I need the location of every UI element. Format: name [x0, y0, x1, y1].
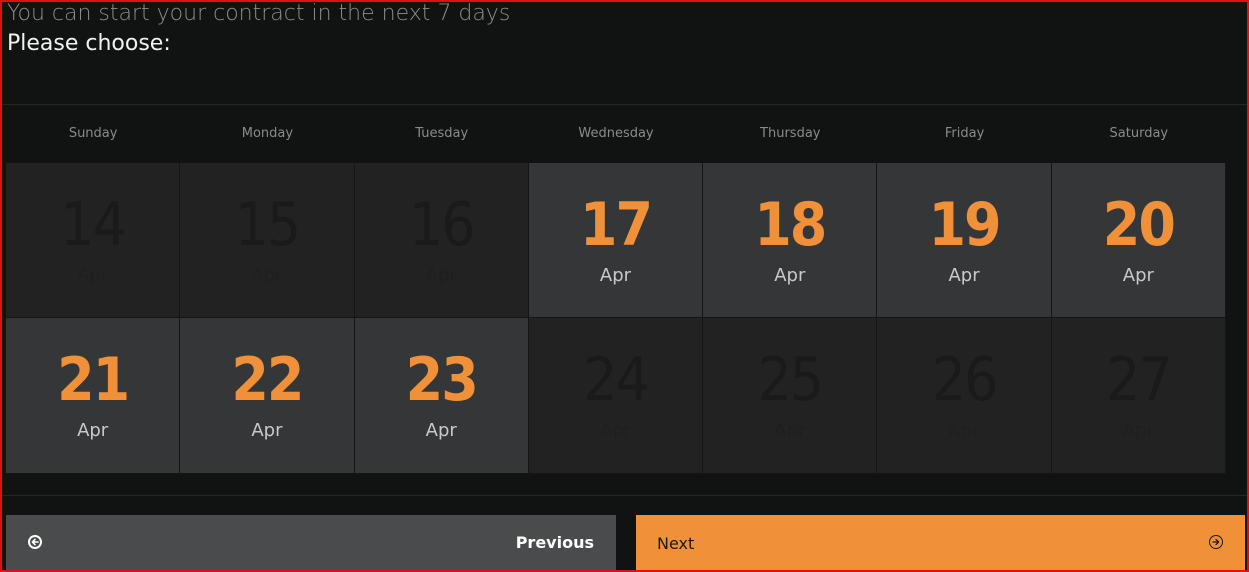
weekday-label: Tuesday — [415, 126, 469, 141]
calendar-day[interactable]: 22 Apr — [180, 318, 355, 474]
day-number: 14 — [60, 190, 127, 260]
calendar-day: 24 Apr — [528, 318, 704, 474]
calendar-day[interactable]: 17 Apr — [528, 163, 704, 318]
day-month: Apr — [251, 420, 283, 441]
calendar-day[interactable]: 18 Apr — [703, 163, 878, 318]
weekday-label: Monday — [241, 126, 294, 141]
calendar-day: 27 Apr — [1051, 318, 1226, 474]
day-number: 23 — [405, 345, 479, 415]
day-number: 21 — [57, 345, 130, 415]
next-button[interactable]: Next — [636, 515, 1245, 570]
day-number: 16 — [408, 190, 476, 260]
calendar-day[interactable]: 20 Apr — [1051, 163, 1226, 318]
arrow-right-circle-icon — [1209, 535, 1223, 549]
calendar-day: 16 Apr — [354, 163, 529, 318]
page-subtitle: You can start your contract in the next … — [7, 1, 511, 26]
weekday-label: Thursday — [760, 126, 821, 141]
calendar-day: 26 Apr — [877, 318, 1052, 474]
next-button-label: Next — [657, 534, 695, 553]
day-month: Apr — [1122, 265, 1154, 286]
day-month: Apr — [1122, 420, 1154, 441]
calendar-day[interactable]: 23 Apr — [354, 318, 529, 474]
day-month: Apr — [251, 265, 283, 286]
day-number: 26 — [931, 345, 999, 415]
day-number: 19 — [928, 190, 1002, 260]
calendar-day[interactable]: 21 Apr — [6, 318, 181, 474]
day-number: 27 — [1106, 345, 1173, 415]
day-month: Apr — [425, 420, 457, 441]
day-number: 24 — [583, 345, 650, 415]
weekday-label: Wednesday — [578, 126, 654, 141]
day-month: Apr — [774, 420, 806, 441]
arrow-left-circle-icon — [28, 535, 42, 549]
day-number: 22 — [231, 345, 304, 415]
day-number: 15 — [234, 190, 302, 260]
day-month: Apr — [948, 265, 980, 286]
day-month: Apr — [948, 420, 980, 441]
previous-button-label: Previous — [515, 533, 594, 552]
weekday-label: Sunday — [68, 126, 118, 141]
day-month: Apr — [77, 420, 109, 441]
calendar-day: 25 Apr — [703, 318, 878, 474]
day-month: Apr — [77, 265, 109, 286]
page-title: Please choose: — [7, 31, 171, 56]
day-month: Apr — [425, 265, 457, 286]
weekday-label: Friday — [944, 126, 985, 141]
day-number: 20 — [1102, 190, 1176, 260]
calendar-day: 14 Apr — [6, 163, 181, 318]
weekday-header: Sunday Monday Tuesday Wednesday Thursday… — [6, 120, 1226, 148]
divider — [2, 495, 1247, 496]
day-month: Apr — [599, 265, 632, 286]
weekday-label: Saturday — [1109, 126, 1169, 141]
day-number: 25 — [757, 345, 824, 415]
day-number: 17 — [579, 190, 653, 260]
divider — [2, 104, 1247, 105]
calendar-day[interactable]: 19 Apr — [877, 163, 1052, 318]
day-number: 18 — [754, 190, 827, 260]
calendar-grid: 14 Apr 15 Apr 16 Apr 17 Apr 18 Apr 19 Ap… — [6, 163, 1226, 474]
previous-button[interactable]: Previous — [6, 515, 616, 570]
calendar-day: 15 Apr — [180, 163, 355, 318]
day-month: Apr — [599, 420, 632, 441]
day-month: Apr — [774, 265, 806, 286]
